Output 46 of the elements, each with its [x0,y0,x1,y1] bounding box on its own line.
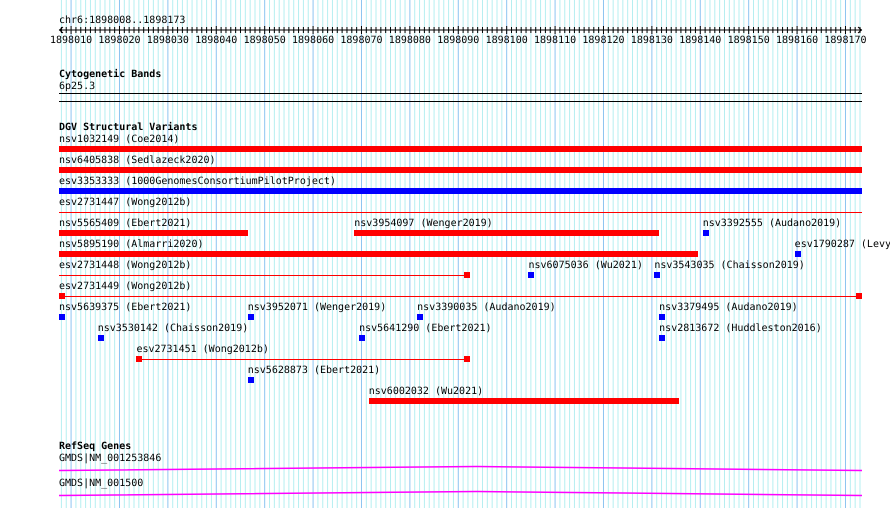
ruler-label: 1898100 [486,35,528,47]
ruler-label: 1898020 [98,35,141,47]
variant-label: nsv3390035 (Audano2019) [417,302,556,314]
variant-label: nsv6405838 (Sedlazeck2020) [59,155,216,167]
ruler-label: 1898030 [146,35,189,47]
variant-label: nsv3952071 (Wenger2019) [248,302,386,314]
ruler-label: 1898060 [292,35,334,47]
gene-label: GMDS|NM_001500 [59,478,144,490]
ruler-label: 1898070 [340,35,383,47]
ruler-label: 1898090 [437,35,480,47]
ruler-label: 1898040 [195,35,238,47]
variant-label: nsv5641290 (Ebert2021) [359,323,492,335]
variant-label: nsv6075036 (Wu2021) [528,260,643,272]
variant-label: nsv6002032 (Wu2021) [368,386,484,398]
ruler-label: 1898080 [388,35,431,47]
variant-label: nsv1032149 (Coe2014) [59,134,180,146]
variant-label: esv2731447 (Wong2012b) [59,197,192,209]
track-title: RefSeq Genes [59,441,132,453]
band-label: 6p25.3 [59,81,96,93]
track-title: Cytogenetic Bands [59,69,162,81]
variant-label: nsv5628873 (Ebert2021) [248,365,380,377]
ruler-label: 1898170 [824,35,867,47]
variant-label: nsv2813672 (Huddleston2016) [659,323,822,335]
variant-label: nsv5565409 (Ebert2021) [59,218,192,230]
ruler-label: 1898110 [534,35,576,47]
gene-label: GMDS|NM_001253846 [59,453,162,465]
ruler-label: 1898050 [244,35,286,47]
ruler-label: 1898130 [630,35,673,47]
ruler-label: 1898010 [50,35,92,47]
variant-label: nsv5639375 (Ebert2021) [59,302,192,314]
variant-label: esv2731449 (Wong2012b) [59,281,192,293]
track-title: DGV Structural Variants [59,122,198,134]
variant-label: esv2731448 (Wong2012b) [59,260,192,272]
ruler-label: 1898120 [582,35,625,47]
ruler-label: 1898140 [679,35,722,47]
variant-label: esv2731451 (Wong2012b) [136,344,269,356]
variant-label: nsv3379495 (Audano2019) [659,302,798,314]
variant-label: nsv3530142 (Chaisson2019) [98,323,248,335]
ruler-label: 1898160 [776,35,818,47]
variant-label: nsv3543035 (Chaisson2019) [654,260,805,272]
variant-label: nsv5895190 (Almarri2020) [59,239,204,251]
variant-label: nsv3954097 (Wenger2019) [354,218,493,230]
ruler-label: 1898150 [728,35,770,47]
variant-label: esv3353333 (1000GenomesConsortiumPilotProject) [59,176,336,188]
region-label: chr6:1898008..1898173 [59,15,186,27]
variant-label: nsv3392555 (Audano2019) [702,218,842,230]
